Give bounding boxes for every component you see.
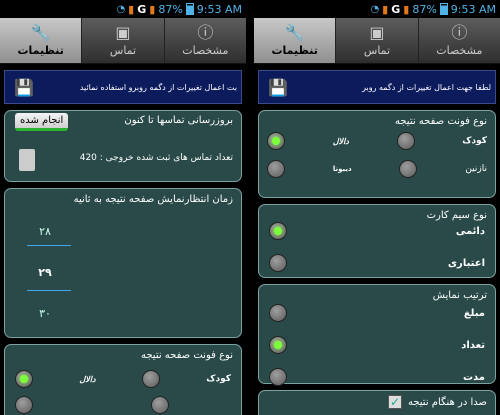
clock: 9:53 AM [196,2,242,16]
notice-text: لطفا جهت اعمال تغییرات از دگمه روبر [362,82,491,92]
notice-text: بت اعمال تغییرات از دگمه روبرو استفاده ن… [79,82,237,92]
sound-checkbox[interactable]: ✓ [387,395,402,409]
tab-info[interactable]: ⓘ مشخصات [417,18,500,63]
save-icon[interactable]: 💾 [267,76,289,98]
right-screen: ◔ ▮ G ▮ 87% 9:53 AM 🔧 تنظیمات ▣ تماس ⓘ م… [254,0,500,415]
tab-bar: 🔧 تنظیمات ▣ تماس ⓘ مشخصات [254,18,500,64]
network-type: G [391,2,401,16]
order-option-count: تعداد [461,339,485,351]
signal-icon: ▮ [128,2,135,16]
picker-divider-bottom [27,290,71,291]
battery-percent: 87% [158,2,183,16]
info-icon: ⓘ [451,23,468,42]
tab-label: تنظیمات [271,44,318,57]
tab-label: مشخصات [436,44,483,57]
tab-bar: 🔧 تنظیمات ▣ تماس ⓘ مشخصات [0,18,246,64]
font-radio-kodak[interactable] [267,132,285,150]
contacts-icon: ▣ [115,23,131,42]
font-option-nazanin: نازنین [465,164,487,174]
tab-contacts[interactable]: ▣ تماس [81,18,163,63]
info-icon: ⓘ [197,23,214,42]
tab-settings[interactable]: 🔧 تنظیمات [0,18,82,63]
picker-value-selected: ۲۹ [38,266,52,279]
signal-icon-2: ▮ [149,2,156,16]
contacts-icon: ▣ [369,23,385,42]
signal-icon: ▮ [382,2,389,16]
sim-panel: نوع سیم کارت دائمی اعتباری [258,204,496,278]
wait-title: زمان انتظارنمایش صفحه نتیجه به ثانیه [73,194,233,205]
sync-panel: بروزرسانی تماسها تا کنون انجام شده تعداد… [4,110,242,182]
font-radio-4[interactable] [151,396,169,414]
order-option-amount: مبلغ [463,307,485,319]
status-bar: ◔ ▮ G ▮ 87% 9:53 AM [254,0,500,18]
tab-label: تماس [363,44,391,57]
picker-value-prev: ۲۸ [39,225,51,238]
battery-icon [185,3,194,15]
font-radio-dalal[interactable] [141,370,160,388]
font-title: نوع فونت صفحه نتیجه [140,350,233,361]
order-title: ترتیب نمایش [432,290,487,301]
sim-option-prepaid: اعتباری [447,257,485,269]
sync-title: بروزرسانی تماسها تا کنون [124,115,233,126]
font-option-dibona: ديبونا [332,165,352,173]
apply-notice: لطفا جهت اعمال تغییرات از دگمه روبر 💾 [258,70,496,104]
tab-contacts[interactable]: ▣ تماس [335,18,417,63]
tab-settings[interactable]: 🔧 تنظیمات [254,18,336,63]
font-title: نوع فونت صفحه نتیجه [394,116,487,127]
font-option-dalal: دالال [332,136,349,146]
font-option-kodak: کودک [206,374,231,384]
font-panel: نوع فونت صفحه نتیجه دالال کودک [4,344,242,415]
wrench-icon: 🔧 [284,23,305,42]
count-text: تعداد تماس های ثبت شده خروجی : 420 [79,153,233,163]
wrench-icon: 🔧 [30,23,51,42]
tab-label: تنظیمات [17,44,64,57]
font-radio-kodak[interactable] [15,370,33,388]
picker-value-next: ۳۰ [39,307,51,320]
tab-info[interactable]: ⓘ مشخصات [163,18,246,63]
number-picker[interactable]: ۲۸ ۲۹ ۳۰ [15,219,75,327]
clock: 9:53 AM [450,2,496,16]
order-radio-amount[interactable] [269,304,287,322]
signal-icon-2: ▮ [403,2,410,16]
wifi-icon: ◔ [116,3,126,15]
sim-option-permanent: دائمی [455,225,485,237]
sim-radio-prepaid[interactable] [269,254,287,272]
network-type: G [137,2,147,16]
font-option-dalal: دالال [79,374,96,384]
order-option-duration: مدت [462,371,485,383]
sim-radio-permanent[interactable] [269,222,287,240]
sound-panel: صدا در هنگام نتیجه ✓ [258,390,496,415]
trash-icon[interactable] [19,149,35,171]
tab-label: تماس [109,44,137,57]
battery-percent: 87% [412,2,437,16]
font-radio-3[interactable] [15,396,33,414]
font-radio-nazanin[interactable] [267,160,285,178]
sound-label: صدا در هنگام نتیجه [407,396,487,408]
picker-divider-top [27,245,71,246]
font-radio-dibona[interactable] [399,160,418,178]
apply-notice: بت اعمال تغییرات از دگمه روبرو استفاده ن… [4,70,242,104]
order-radio-count[interactable] [269,336,287,354]
left-screen: ◔ ▮ G ▮ 87% 9:53 AM 🔧 تنظیمات ▣ تماس ⓘ م… [0,0,246,415]
tab-label: مشخصات [182,44,229,57]
font-option-kodak: کودک [462,136,487,146]
battery-icon [439,3,448,15]
font-radio-dalal[interactable] [396,132,415,150]
order-panel: ترتیب نمایش مبلغ تعداد مدت [258,284,496,386]
wifi-icon: ◔ [370,3,380,15]
font-panel: نوع فونت صفحه نتیجه دالال کودک ديبونا نا… [258,110,496,198]
wait-panel: زمان انتظارنمایش صفحه نتیجه به ثانیه ۲۸ … [4,188,242,338]
order-radio-duration[interactable] [269,368,287,386]
status-bar: ◔ ▮ G ▮ 87% 9:53 AM [0,0,246,18]
done-button[interactable]: انجام شده [15,113,69,131]
save-icon[interactable]: 💾 [13,76,35,98]
